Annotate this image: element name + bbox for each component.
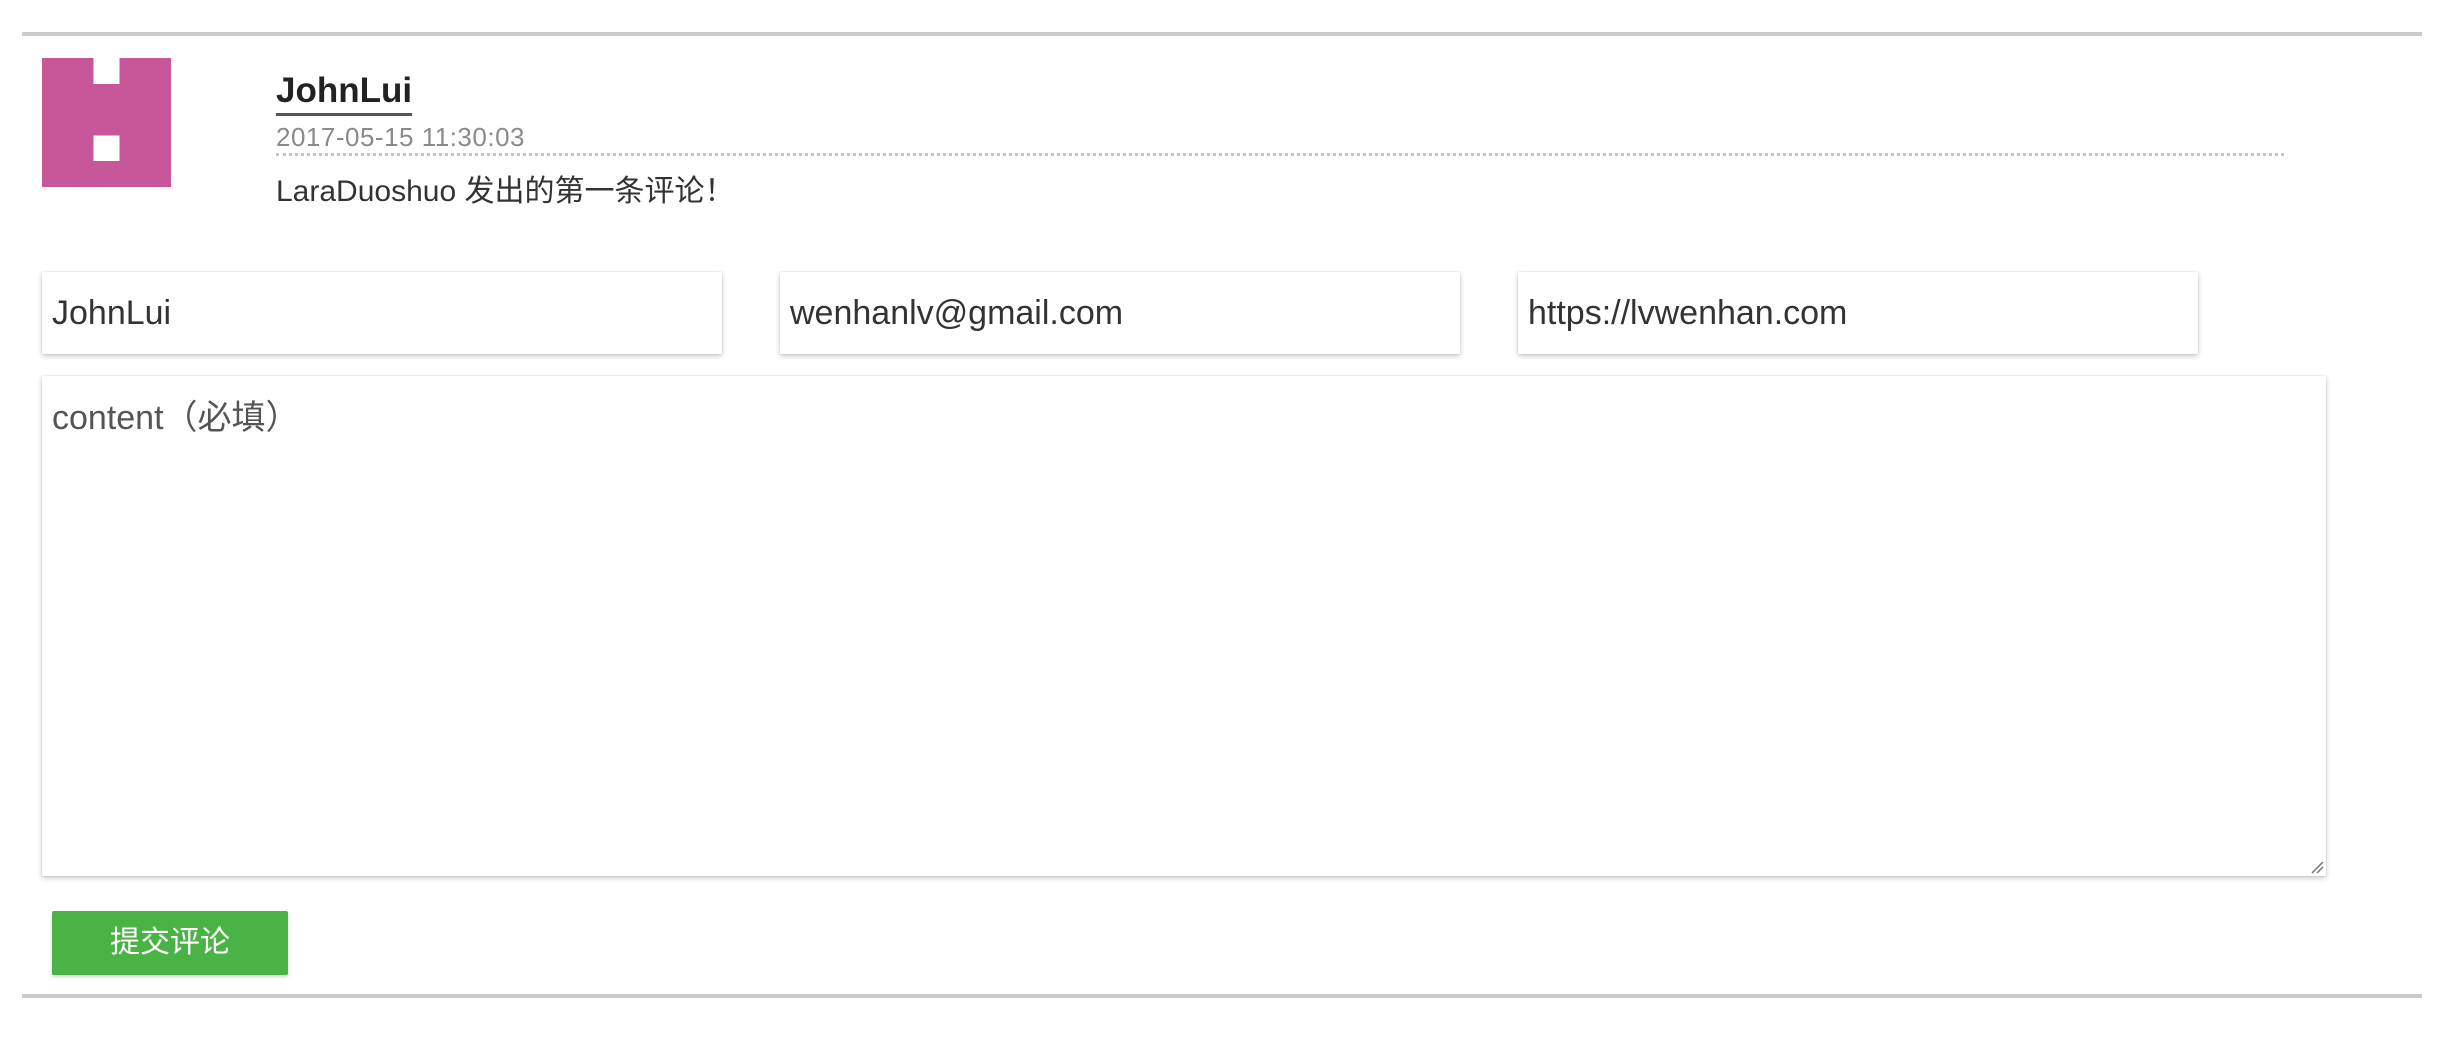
- bottom-divider: [22, 994, 2422, 998]
- textarea-resize-handle-icon[interactable]: [2310, 860, 2324, 874]
- comment-author-link[interactable]: JohnLui: [276, 71, 413, 116]
- name-input[interactable]: [42, 272, 722, 354]
- submit-comment-button[interactable]: 提交评论: [52, 911, 288, 975]
- identicon-avatar-icon: [42, 58, 171, 187]
- avatar: [42, 58, 171, 187]
- comment-timestamp: 2017-05-15 11:30:03: [276, 122, 525, 152]
- top-divider: [22, 32, 2422, 36]
- comment-body: LaraDuoshuo 发出的第一条评论！: [276, 175, 735, 208]
- email-input[interactable]: [780, 272, 1460, 354]
- comment-meta-divider: [276, 153, 2284, 156]
- content-textarea[interactable]: [42, 376, 2326, 876]
- url-input[interactable]: [1518, 272, 2198, 354]
